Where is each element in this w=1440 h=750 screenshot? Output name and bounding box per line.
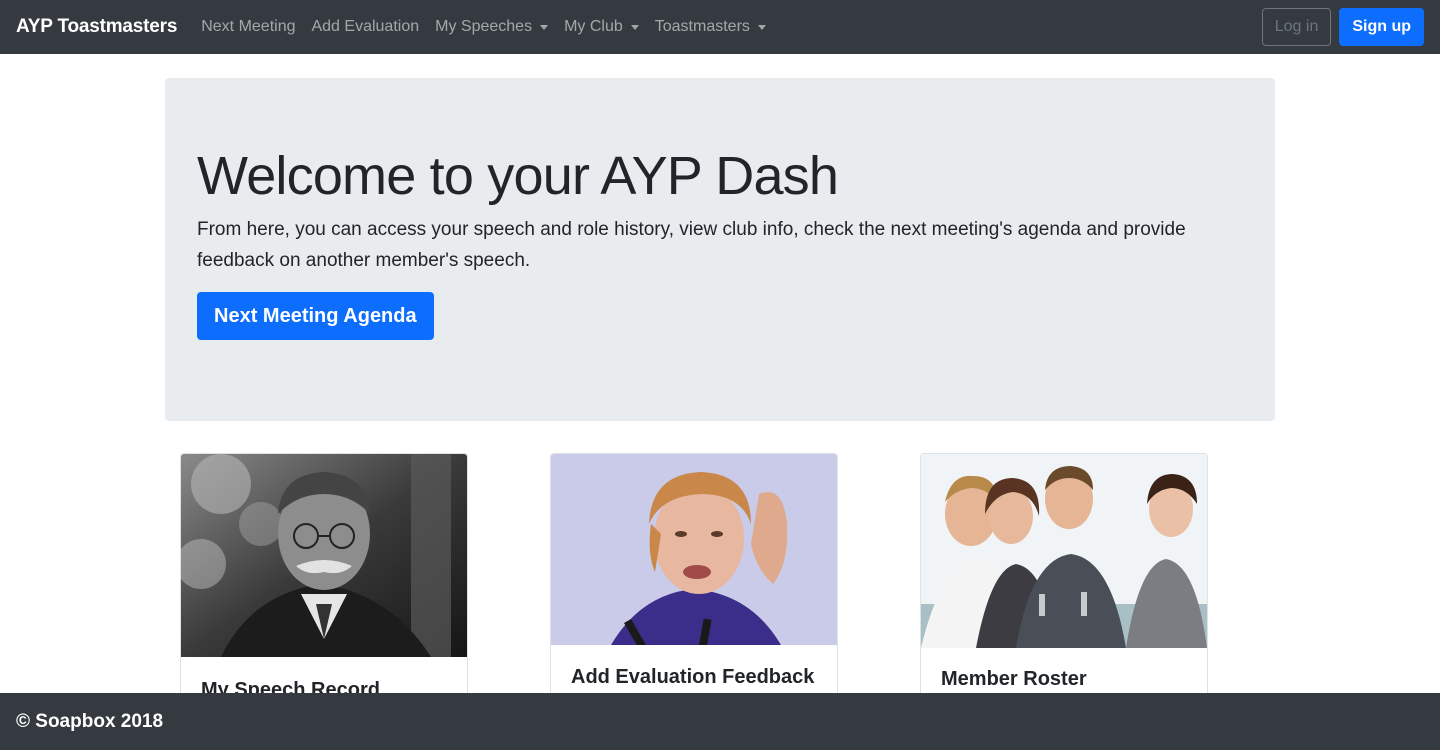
login-button[interactable]: Log in (1261, 8, 1332, 46)
nav-my-speeches-label: My Speeches (435, 18, 533, 35)
nav-my-club-dropdown[interactable]: My Club (556, 0, 647, 54)
nav-add-evaluation[interactable]: Add Evaluation (303, 0, 427, 54)
speaker-photo (551, 454, 837, 645)
page-footer: © Soapbox 2018 (0, 693, 1440, 750)
page-title: Welcome to your AYP Dash (197, 146, 839, 206)
nav-add-evaluation-label: Add Evaluation (311, 18, 420, 35)
nav-next-meeting[interactable]: Next Meeting (193, 0, 303, 54)
caret-down-icon (757, 24, 766, 30)
caret-down-icon (630, 24, 639, 30)
nav-toastmasters-dropdown[interactable]: Toastmasters (647, 0, 774, 54)
welcome-description: From here, you can access your speech an… (197, 219, 1186, 271)
nav-next-meeting-label: Next Meeting (201, 18, 296, 35)
next-meeting-agenda-button[interactable]: Next Meeting Agenda (197, 292, 434, 340)
top-navbar: AYP Toastmasters Next Meeting Add Evalua… (0, 0, 1440, 54)
card-title: Member Roster (941, 668, 1087, 690)
card-member-roster[interactable]: Member Roster (920, 453, 1208, 713)
nav-my-club-label: My Club (564, 18, 623, 35)
card-add-evaluation[interactable]: Add Evaluation Feedback (550, 453, 838, 713)
footer-copyright: © Soapbox 2018 (16, 710, 164, 732)
card-title: Add Evaluation Feedback (571, 666, 815, 688)
team-photo (921, 454, 1207, 648)
signup-button[interactable]: Sign up (1339, 8, 1424, 46)
brand-link[interactable]: AYP Toastmasters (16, 16, 177, 38)
caret-down-icon (540, 24, 549, 30)
card-speech-record[interactable]: My Speech Record (180, 453, 468, 713)
nav-toastmasters-label: Toastmasters (654, 18, 750, 35)
welcome-jumbotron: Welcome to your AYP Dash From here, you … (165, 78, 1275, 421)
portrait-photo-bw (181, 454, 467, 657)
nav-my-speeches-dropdown[interactable]: My Speeches (427, 0, 556, 54)
